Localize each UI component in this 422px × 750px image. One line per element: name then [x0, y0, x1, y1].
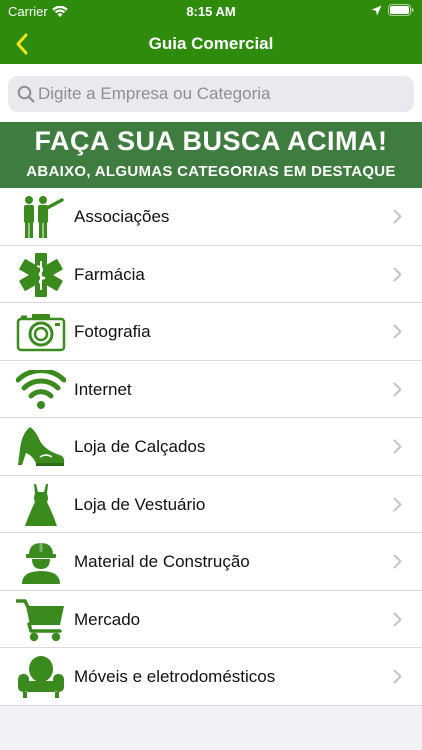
- category-label: Loja de Vestuário: [74, 494, 206, 514]
- status-right: [371, 4, 414, 16]
- category-row-mercado[interactable]: Mercado: [0, 590, 422, 648]
- chevron-right-icon: [393, 497, 402, 511]
- chevron-right-icon: [393, 554, 402, 569]
- category-label: Farmácia: [74, 264, 145, 284]
- chevron-right-icon: [393, 324, 402, 339]
- category-list: Associações Farmácia Fotografia Internet…: [0, 188, 422, 706]
- camera-icon: [16, 309, 66, 355]
- chevron-right-icon: [393, 267, 402, 281]
- battery-icon: [388, 4, 414, 16]
- chevron-right-icon: [393, 612, 402, 626]
- shopping-cart-icon: [16, 597, 66, 643]
- category-row-associacoes[interactable]: Associações: [0, 188, 422, 246]
- category-label: Móveis e eletrodomésticos: [74, 667, 276, 686]
- location-arrow-icon: [371, 5, 382, 15]
- search-banner: FAÇA SUA BUSCA ACIMA! ABAIXO, ALGUMAS CA…: [0, 122, 422, 188]
- category-label: Loja de Calçados: [74, 437, 206, 456]
- armchair-icon: [16, 654, 66, 700]
- shoe-icon: [16, 424, 66, 470]
- people-pointing-icon: [16, 194, 66, 240]
- chevron-right-icon: [393, 209, 402, 224]
- wifi-icon: [16, 367, 66, 413]
- category-row-material-de-construcao[interactable]: Material de Construção: [0, 533, 422, 591]
- category-row-farmacia[interactable]: Farmácia: [0, 245, 422, 303]
- category-label: Mercado: [74, 609, 141, 629]
- banner-headline: FAÇA SUA BUSCA ACIMA!: [34, 126, 388, 156]
- search-bar[interactable]: [8, 76, 414, 112]
- category-row-internet[interactable]: Internet: [0, 360, 422, 418]
- category-label: Material de Construção: [74, 552, 250, 571]
- banner-subtitle: ABAIXO, ALGUMAS CATEGORIAS EM DESTAQUE: [26, 163, 396, 180]
- search-icon: [17, 85, 35, 103]
- navigation-bar: Guia Comercial: [0, 24, 422, 64]
- category-row-fotografia[interactable]: Fotografia: [0, 303, 422, 361]
- chevron-right-icon: [393, 439, 402, 454]
- page-title: Guia Comercial: [148, 34, 274, 53]
- chevron-right-icon: [393, 382, 402, 396]
- medical-star-icon: [16, 252, 66, 298]
- status-bar: Carrier 8:15 AM: [0, 0, 422, 24]
- dress-icon: [16, 482, 66, 528]
- category-row-loja-de-vestuario[interactable]: Loja de Vestuário: [0, 475, 422, 533]
- category-label: Fotografia: [74, 322, 151, 341]
- search-input[interactable]: [38, 76, 408, 112]
- category-label: Associações: [74, 207, 170, 226]
- category-row-moveis-e-eletrodomesticos[interactable]: Móveis e eletrodomésticos: [0, 648, 422, 706]
- search-area: [0, 64, 422, 122]
- category-row-loja-de-calcados[interactable]: Loja de Calçados: [0, 418, 422, 476]
- category-label: Internet: [74, 379, 132, 399]
- chevron-right-icon: [393, 669, 402, 684]
- status-time: 8:15 AM: [186, 4, 236, 19]
- construction-worker-icon: [16, 539, 66, 585]
